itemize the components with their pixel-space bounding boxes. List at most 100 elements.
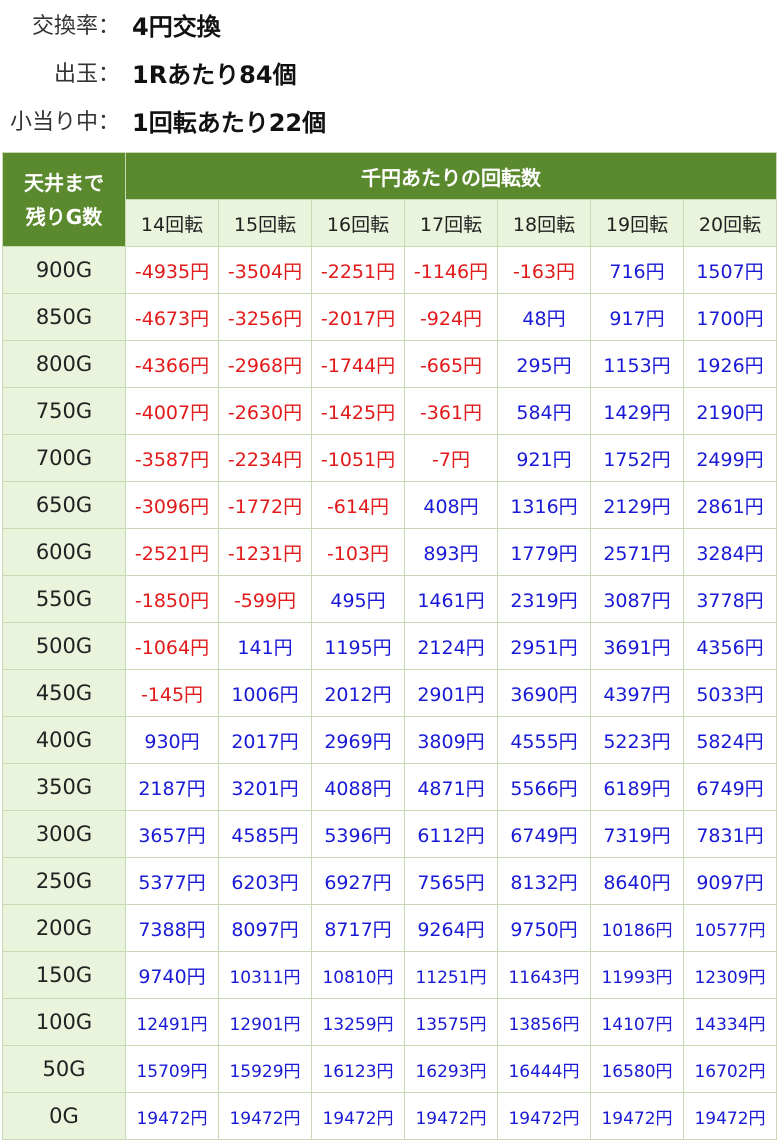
value-cell: 11251円 xyxy=(404,951,498,999)
value-cell: -163円 xyxy=(497,246,591,294)
value-cell: 6112円 xyxy=(404,810,498,858)
payout-row: 出玉： 1Rあたり84個 xyxy=(0,48,297,96)
column-header: 18回転 xyxy=(497,199,591,247)
value-cell: 3690円 xyxy=(497,669,591,717)
value-cell: -614円 xyxy=(311,481,405,529)
value-cell: 14334円 xyxy=(683,998,777,1046)
table-row: 350G 2187円 3201円 4088円 4871円 5566円 6189円 6749円 xyxy=(2,763,777,811)
column-header: 16回転 xyxy=(311,199,405,247)
value-cell: 7831円 xyxy=(683,810,777,858)
value-cell: -361円 xyxy=(404,387,498,435)
value-cell: 8717円 xyxy=(311,904,405,952)
payout-label: 出玉： xyxy=(53,62,120,87)
value-cell: -3504円 xyxy=(218,246,312,294)
value-cell: 5223円 xyxy=(590,716,684,764)
value-cell: 5396円 xyxy=(311,810,405,858)
value-cell: 1700円 xyxy=(683,293,777,341)
small-hit-row: 小当り中： 1回転あたり22個 xyxy=(0,96,326,144)
value-cell: 10186円 xyxy=(590,904,684,952)
value-cell: 13575円 xyxy=(404,998,498,1046)
value-cell: 2319円 xyxy=(497,575,591,623)
value-cell: 8097円 xyxy=(218,904,312,952)
exchange-rate-row: 交換率： 4円交換 xyxy=(0,0,221,48)
value-cell: 2571円 xyxy=(590,528,684,576)
value-cell: -2251円 xyxy=(311,246,405,294)
value-cell: 917円 xyxy=(590,293,684,341)
row-header: 600G xyxy=(2,528,126,576)
value-cell: 5377円 xyxy=(125,857,219,905)
row-header: 150G xyxy=(2,951,126,999)
value-cell: 2951円 xyxy=(497,622,591,670)
value-cell: -4366円 xyxy=(125,340,219,388)
payout-value: 1Rあたり84個 xyxy=(132,60,297,89)
value-cell: -1231円 xyxy=(218,528,312,576)
value-cell: 11643円 xyxy=(497,951,591,999)
value-cell: 495円 xyxy=(311,575,405,623)
value-cell: 13259円 xyxy=(311,998,405,1046)
value-cell: 16580円 xyxy=(590,1045,684,1093)
value-cell: 4585円 xyxy=(218,810,312,858)
value-cell: 584円 xyxy=(497,387,591,435)
value-cell: 15929円 xyxy=(218,1045,312,1093)
value-cell: 1507円 xyxy=(683,246,777,294)
row-header: 750G xyxy=(2,387,126,435)
expected-value-table: 天井まで 残りG数 千円あたりの回転数 14回転 15回転 16回転 17回転 18回転… xyxy=(2,152,777,1140)
value-cell: 5566円 xyxy=(497,763,591,811)
value-cell: 9097円 xyxy=(683,857,777,905)
value-cell: 6927円 xyxy=(311,857,405,905)
value-cell: 2861円 xyxy=(683,481,777,529)
value-cell: 5033円 xyxy=(683,669,777,717)
value-cell: -4673円 xyxy=(125,293,219,341)
value-cell: 1316円 xyxy=(497,481,591,529)
value-cell: -599円 xyxy=(218,575,312,623)
spins-per-1000yen-header: 千円あたりの回転数 xyxy=(125,152,777,200)
value-cell: 2499円 xyxy=(683,434,777,482)
value-cell: 6749円 xyxy=(497,810,591,858)
value-cell: 3087円 xyxy=(590,575,684,623)
value-cell: 1752円 xyxy=(590,434,684,482)
remaining-games-header: 天井まで 残りG数 xyxy=(2,152,126,247)
value-cell: -2521円 xyxy=(125,528,219,576)
value-cell: 19472円 xyxy=(497,1092,591,1140)
value-cell: 4088円 xyxy=(311,763,405,811)
row-header: 50G xyxy=(2,1045,126,1093)
value-cell: 12309円 xyxy=(683,951,777,999)
table-row: 0G 19472円 19472円 19472円 19472円 19472円 19472円 19… xyxy=(2,1092,777,1140)
row-header: 850G xyxy=(2,293,126,341)
value-cell: 19472円 xyxy=(218,1092,312,1140)
value-cell: -103円 xyxy=(311,528,405,576)
value-cell: 16702円 xyxy=(683,1045,777,1093)
value-cell: 19472円 xyxy=(590,1092,684,1140)
exchange-rate-label: 交換率： xyxy=(31,14,120,39)
value-cell: -1146円 xyxy=(404,246,498,294)
table-row: 50G 15709円 15929円 16123円 16293円 16444円 16580円 1… xyxy=(2,1045,777,1093)
column-header: 19回転 xyxy=(590,199,684,247)
value-cell: 295円 xyxy=(497,340,591,388)
exchange-rate-value: 4円交換 xyxy=(132,12,221,41)
value-cell: 893円 xyxy=(404,528,498,576)
remaining-games-header-line1: 天井まで xyxy=(24,170,104,195)
value-cell: 1195円 xyxy=(311,622,405,670)
value-cell: 10577円 xyxy=(683,904,777,952)
value-cell: 3691円 xyxy=(590,622,684,670)
value-cell: 1153円 xyxy=(590,340,684,388)
small-hit-label: 小当り中： xyxy=(9,110,120,135)
column-header: 14回転 xyxy=(125,199,219,247)
value-cell: 2969円 xyxy=(311,716,405,764)
value-cell: 5824円 xyxy=(683,716,777,764)
value-cell: -4935円 xyxy=(125,246,219,294)
value-cell: 3778円 xyxy=(683,575,777,623)
row-header: 450G xyxy=(2,669,126,717)
value-cell: 1779円 xyxy=(497,528,591,576)
value-cell: 10311円 xyxy=(218,951,312,999)
table-row: 100G 12491円 12901円 13259円 13575円 13856円 14107円… xyxy=(2,998,777,1046)
value-cell: -1850円 xyxy=(125,575,219,623)
table-row: 450G -145円 1006円 2012円 2901円 3690円 4397円 5033円 xyxy=(2,669,777,717)
value-cell: -1064円 xyxy=(125,622,219,670)
table-row: 200G 7388円 8097円 8717円 9264円 9750円 10186円 10577… xyxy=(2,904,777,952)
value-cell: 3809円 xyxy=(404,716,498,764)
value-cell: 2129円 xyxy=(590,481,684,529)
value-cell: 1429円 xyxy=(590,387,684,435)
value-cell: 14107円 xyxy=(590,998,684,1046)
row-header: 650G xyxy=(2,481,126,529)
